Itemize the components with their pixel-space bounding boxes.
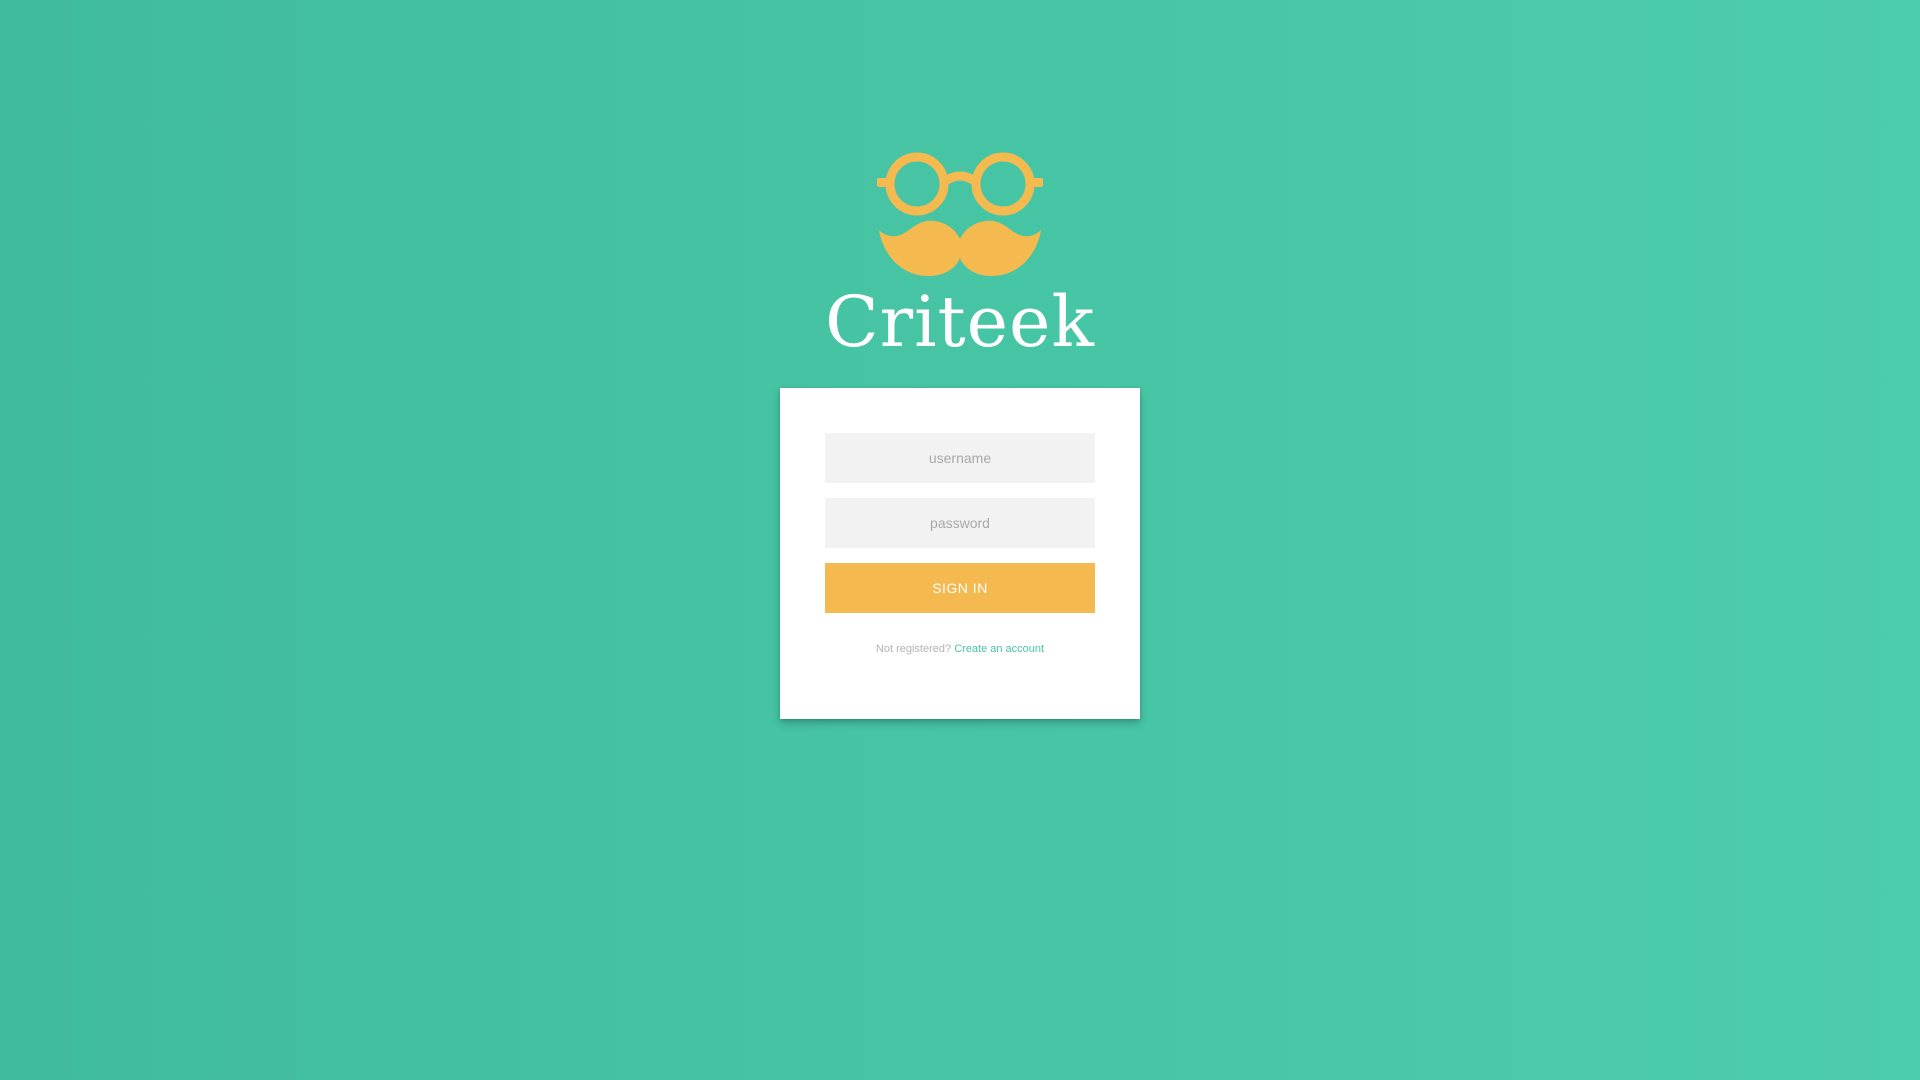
create-account-link[interactable]: Create an account <box>954 643 1044 655</box>
login-card: SIGN IN Not registered? Create an accoun… <box>780 388 1140 719</box>
username-input[interactable] <box>825 433 1095 483</box>
brand-header: Criteek <box>0 0 1920 380</box>
sign-in-button[interactable]: SIGN IN <box>825 563 1095 613</box>
register-row: Not registered? Create an account <box>780 643 1140 655</box>
password-input[interactable] <box>825 498 1095 548</box>
register-prompt: Not registered? <box>875 643 952 655</box>
glasses-mustache-icon <box>877 152 1043 276</box>
brand-name: Criteek <box>825 281 1095 363</box>
